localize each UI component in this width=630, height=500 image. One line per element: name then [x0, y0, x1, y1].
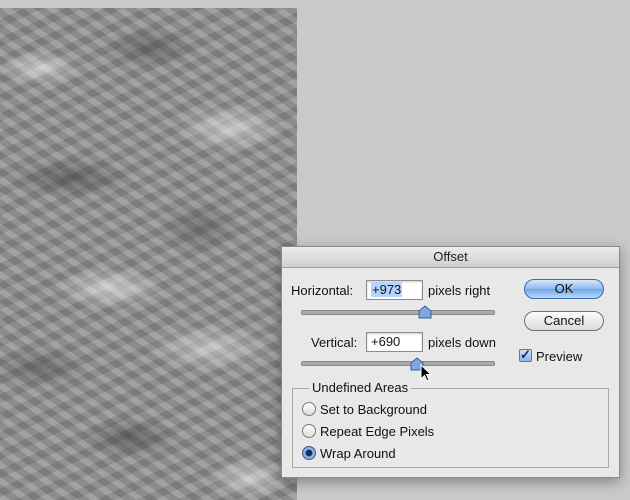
horizontal-input[interactable]: +973: [366, 280, 423, 300]
undefined-areas-title: Undefined Areas: [309, 380, 412, 395]
ok-button[interactable]: OK: [524, 279, 604, 299]
option-label: Set to Background: [320, 402, 427, 417]
vertical-unit: pixels down: [428, 335, 496, 350]
dialog-title: Offset: [282, 247, 619, 268]
radio-repeat-edge-pixels[interactable]: [302, 424, 316, 438]
horizontal-unit: pixels right: [428, 283, 491, 298]
mouse-pointer-icon: [420, 364, 432, 382]
vertical-input[interactable]: +690: [366, 332, 423, 352]
radio-set-to-background[interactable]: [302, 402, 316, 416]
preview-checkbox[interactable]: ✓: [519, 347, 532, 362]
vertical-label: Vertical:: [311, 335, 358, 350]
slider-thumb-icon[interactable]: [418, 305, 432, 319]
preview-label: Preview: [536, 349, 583, 364]
clouds-image: [0, 8, 297, 500]
horizontal-value: +973: [371, 282, 403, 297]
vertical-value: +690: [371, 334, 401, 349]
option-label: Repeat Edge Pixels: [320, 424, 435, 439]
cancel-button[interactable]: Cancel: [524, 311, 604, 331]
radio-wrap-around[interactable]: [302, 446, 316, 460]
offset-dialog: Offset Horizontal: +973 pixels right Ver…: [281, 246, 620, 478]
checkmark-icon: ✓: [520, 347, 531, 362]
option-label: Wrap Around: [320, 446, 396, 461]
horizontal-slider[interactable]: [301, 310, 495, 315]
horizontal-label: Horizontal:: [291, 283, 354, 298]
vertical-slider[interactable]: [301, 361, 495, 366]
